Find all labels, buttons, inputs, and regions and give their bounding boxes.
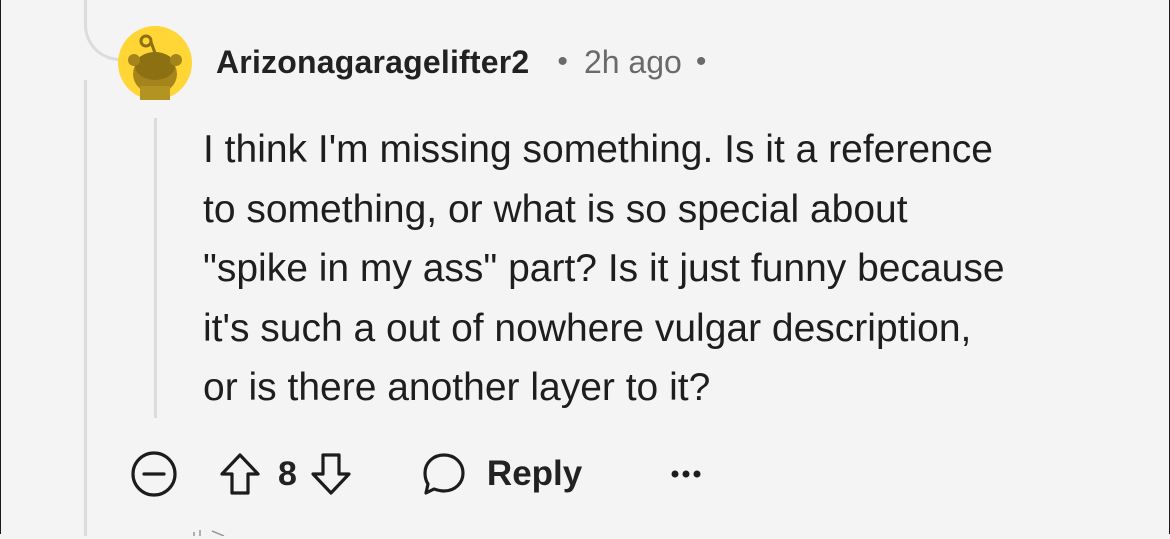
arrow-up-icon xyxy=(220,453,260,495)
username[interactable]: Arizonagaragelifter2 xyxy=(216,44,529,81)
arrow-down-icon xyxy=(311,453,351,495)
minus-circle-icon xyxy=(131,451,177,497)
downvote-button[interactable] xyxy=(307,448,355,500)
upvote-button[interactable] xyxy=(216,448,264,500)
ellipsis-icon xyxy=(671,470,701,478)
comment-actions: 8 Reply xyxy=(128,446,706,502)
next-comment-avatar-partial xyxy=(190,522,230,537)
comment-header: Arizonagaragelifter2 • 2h ago • xyxy=(216,40,706,84)
parent-thread-line[interactable] xyxy=(84,80,87,536)
vote-score: 8 xyxy=(278,454,297,493)
avatar[interactable] xyxy=(118,26,192,100)
collapse-button[interactable] xyxy=(128,448,180,500)
comment-thread-line[interactable] xyxy=(154,118,157,418)
reply-button[interactable]: Reply xyxy=(421,448,582,500)
comment-body: I think I'm missing something. Is it a r… xyxy=(203,128,1005,409)
reddit-snoo-avatar-icon xyxy=(118,26,192,100)
speech-bubble-icon xyxy=(423,453,465,495)
reply-label: Reply xyxy=(486,454,583,493)
timestamp: 2h ago xyxy=(583,43,682,80)
separator-dot: • xyxy=(557,45,568,78)
separator-dot: • xyxy=(695,45,707,78)
more-options-button[interactable] xyxy=(666,448,706,500)
